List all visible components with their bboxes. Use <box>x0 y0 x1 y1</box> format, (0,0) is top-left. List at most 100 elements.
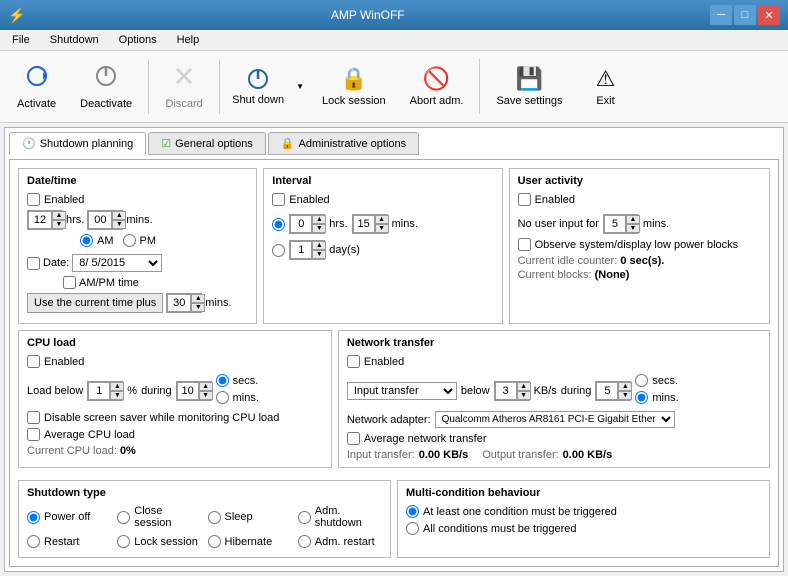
interval-hrs-radio[interactable] <box>272 218 285 231</box>
close-session-radio[interactable] <box>117 511 130 524</box>
network-during-input[interactable] <box>596 382 618 400</box>
lock-session-radio[interactable] <box>117 535 130 548</box>
close-session-row: Close session <box>117 505 201 529</box>
interval-days-input[interactable] <box>290 241 312 259</box>
power-off-radio[interactable] <box>27 511 40 524</box>
load-below-input[interactable] <box>88 382 110 400</box>
interval-min-input[interactable] <box>353 215 375 233</box>
network-below-input[interactable] <box>495 382 517 400</box>
percent-label: % <box>127 385 137 397</box>
hours-up-btn[interactable]: ▲ <box>52 211 66 220</box>
discard-button[interactable]: Discard <box>154 55 214 118</box>
no-input-up[interactable]: ▲ <box>626 215 640 224</box>
cpu-during-down[interactable]: ▼ <box>199 391 213 400</box>
load-below-down[interactable]: ▼ <box>110 391 124 400</box>
interval-days-row: ▲ ▼ day(s) <box>272 240 493 260</box>
no-input-mins-label: mins. <box>643 218 669 230</box>
network-below-up[interactable]: ▲ <box>517 382 531 391</box>
save-icon: 💾 <box>516 66 543 92</box>
adm-shutdown-radio[interactable] <box>298 511 311 524</box>
cpu-secs-radio[interactable] <box>216 374 229 387</box>
interval-days-down[interactable]: ▼ <box>312 250 326 259</box>
minutes-up-btn[interactable]: ▲ <box>112 211 126 220</box>
plus-minutes-input[interactable] <box>167 294 191 312</box>
cpu-during-up[interactable]: ▲ <box>199 382 213 391</box>
deactivate-button[interactable]: Deactivate <box>69 55 143 118</box>
minutes-down-btn[interactable]: ▼ <box>112 220 126 229</box>
network-during-up[interactable]: ▲ <box>618 382 632 391</box>
hibernate-radio[interactable] <box>208 535 221 548</box>
current-cpu-value: 0% <box>120 445 136 457</box>
no-input-input[interactable] <box>604 215 626 233</box>
network-enabled-checkbox[interactable] <box>347 355 360 368</box>
restart-radio[interactable] <box>27 535 40 548</box>
menu-help[interactable]: Help <box>169 32 208 48</box>
exit-button[interactable]: ⚠ Exit <box>575 55 635 118</box>
am-radio[interactable] <box>80 234 93 247</box>
interval-days-radio[interactable] <box>272 244 285 257</box>
cpu-mins-radio[interactable] <box>216 391 229 404</box>
abort-button[interactable]: 🚫 Abort adm. <box>399 55 475 118</box>
network-below-down[interactable]: ▼ <box>517 391 531 400</box>
kb-label: KB/s <box>534 385 557 397</box>
ampm-time-checkbox[interactable] <box>63 276 76 289</box>
network-secs-radio[interactable] <box>635 374 648 387</box>
plus-minutes-spinner: ▲ ▼ <box>166 293 202 313</box>
shutdown-type-title: Shutdown type <box>27 487 382 499</box>
date-enabled-checkbox[interactable] <box>27 257 40 270</box>
tab-general-options[interactable]: ☑ General options <box>148 132 266 155</box>
user-activity-enabled-checkbox[interactable] <box>518 193 531 206</box>
plus-min-up-btn[interactable]: ▲ <box>191 294 205 303</box>
minimize-button[interactable]: ─ <box>710 5 732 25</box>
interval-hrs-spinner: ▲ ▼ <box>289 214 325 234</box>
shutdown-arrow-button[interactable]: ▼ <box>291 55 309 118</box>
network-during-down[interactable]: ▼ <box>618 391 632 400</box>
transfer-type-select[interactable]: Input transfer Output transfer Both <box>347 382 457 400</box>
cpu-enabled-row: Enabled <box>27 355 323 368</box>
hours-down-btn[interactable]: ▼ <box>52 220 66 229</box>
close-button[interactable]: ✕ <box>758 5 780 25</box>
load-below-up[interactable]: ▲ <box>110 382 124 391</box>
save-button[interactable]: 💾 Save settings <box>485 55 573 118</box>
adm-restart-radio[interactable] <box>298 535 311 548</box>
lock-button[interactable]: 🔒 Lock session <box>311 55 397 118</box>
all-conditions-radio[interactable] <box>406 522 419 535</box>
interval-hrs-input[interactable] <box>290 215 312 233</box>
disable-screensaver-checkbox[interactable] <box>27 411 40 424</box>
average-cpu-checkbox[interactable] <box>27 428 40 441</box>
menu-shutdown[interactable]: Shutdown <box>42 32 107 48</box>
menu-options[interactable]: Options <box>111 32 165 48</box>
network-mins-radio[interactable] <box>635 391 648 404</box>
tab-shutdown-planning[interactable]: 🕐 Shutdown planning <box>9 132 146 155</box>
tab-admin-options[interactable]: 🔒 Administrative options <box>268 132 419 155</box>
minutes-input[interactable] <box>88 211 112 229</box>
during-label: during <box>141 385 172 397</box>
interval-days-up[interactable]: ▲ <box>312 241 326 250</box>
sleep-radio[interactable] <box>208 511 221 524</box>
cpu-enabled-checkbox[interactable] <box>27 355 40 368</box>
cpu-during-input[interactable] <box>177 382 199 400</box>
menu-file[interactable]: File <box>4 32 38 48</box>
maximize-button[interactable]: □ <box>734 5 756 25</box>
at-least-one-radio[interactable] <box>406 505 419 518</box>
adapter-select[interactable]: Qualcomm Atheros AR8161 PCI-E Gigabit Et… <box>435 411 675 428</box>
average-network-checkbox[interactable] <box>347 432 360 445</box>
hours-input[interactable] <box>28 211 52 229</box>
datetime-enabled-checkbox[interactable] <box>27 193 40 206</box>
pm-radio[interactable] <box>123 234 136 247</box>
shutdown-main-button[interactable]: Shut down <box>225 55 291 118</box>
interval-min-up[interactable]: ▲ <box>375 215 389 224</box>
no-input-down[interactable]: ▼ <box>626 224 640 233</box>
observe-checkbox[interactable] <box>518 238 531 251</box>
interval-min-down[interactable]: ▼ <box>375 224 389 233</box>
use-current-btn[interactable]: Use the current time plus <box>27 293 163 313</box>
interval-hrs-up[interactable]: ▲ <box>312 215 326 224</box>
sleep-label: Sleep <box>225 511 253 523</box>
interval-enabled-checkbox[interactable] <box>272 193 285 206</box>
date-select[interactable]: 8/ 5/2015 <box>72 254 162 272</box>
activate-button[interactable]: Activate <box>6 55 67 118</box>
power-off-label: Power off <box>44 511 90 523</box>
interval-hrs-down[interactable]: ▼ <box>312 224 326 233</box>
plus-min-down-btn[interactable]: ▼ <box>191 303 205 312</box>
interval-min-btns: ▲ ▼ <box>375 215 389 233</box>
